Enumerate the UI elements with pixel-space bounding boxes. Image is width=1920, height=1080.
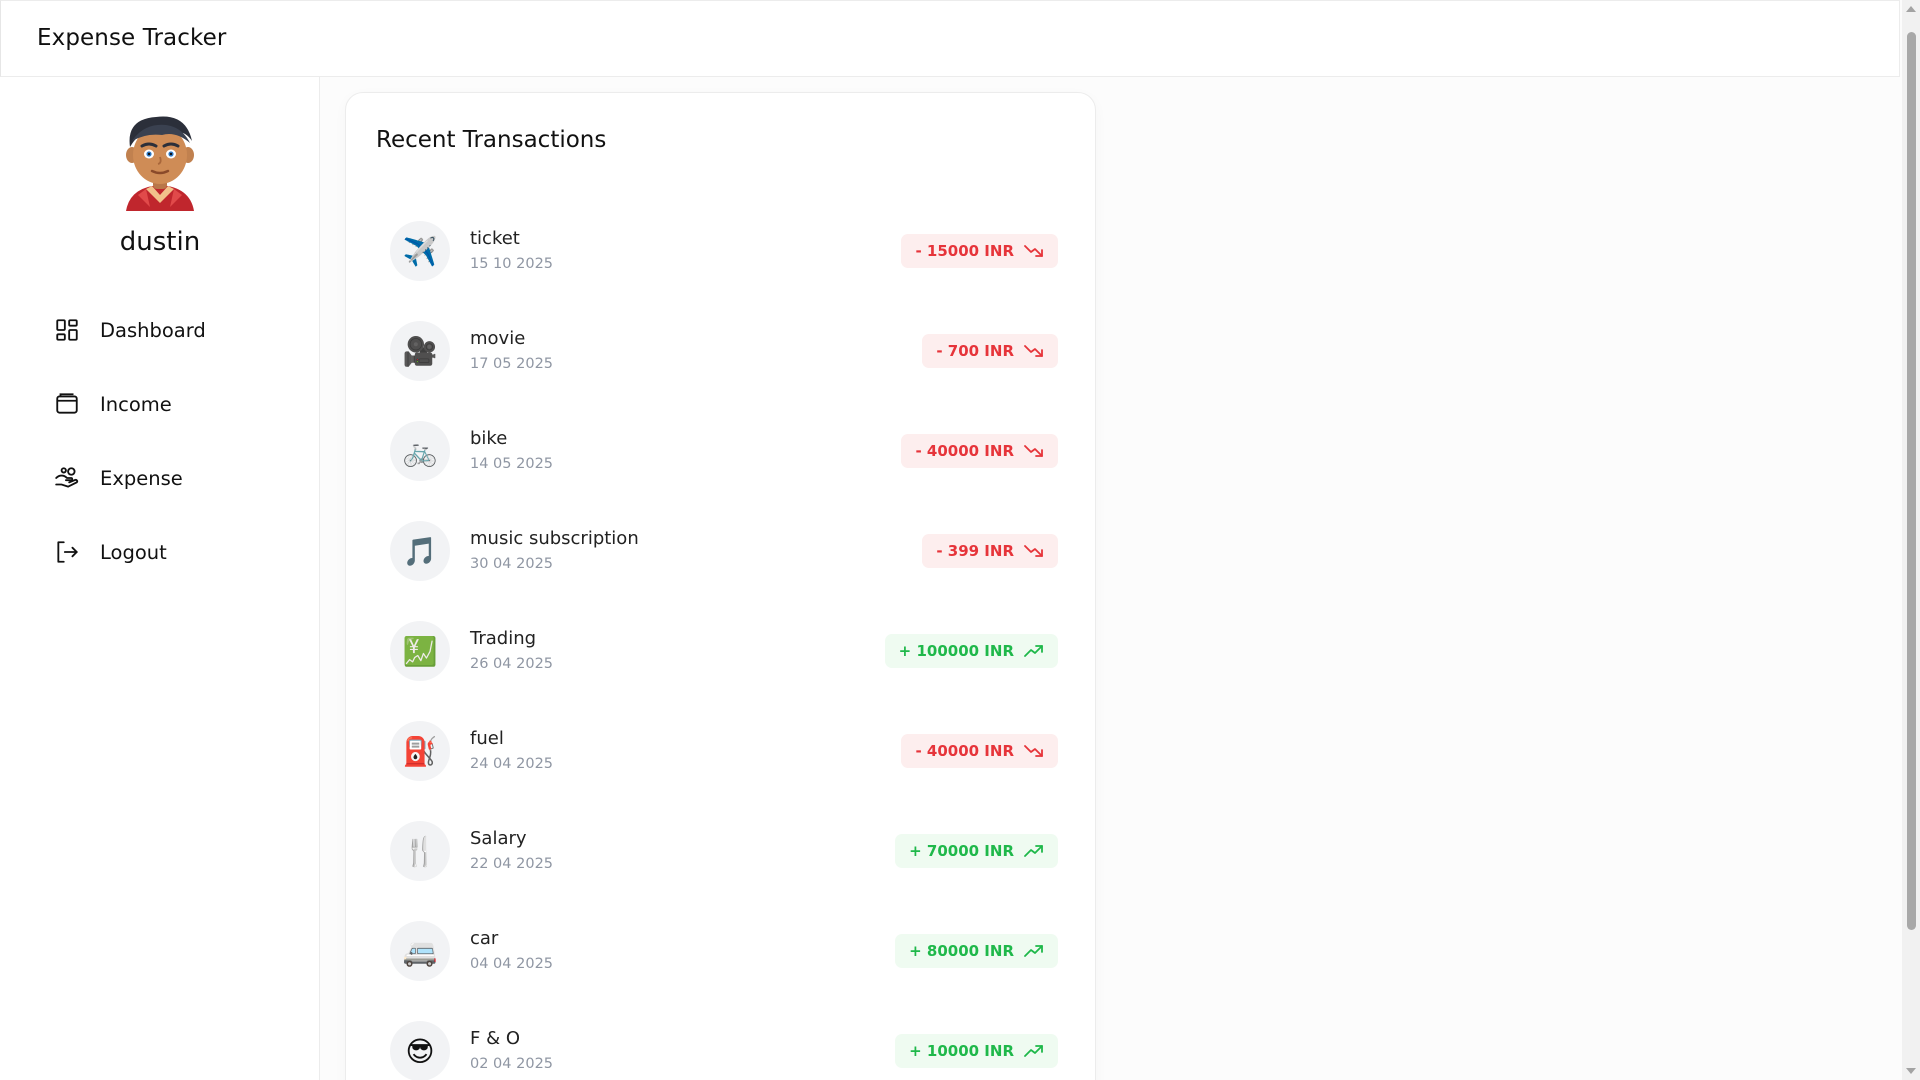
transaction-date: 14 05 2025 [470,456,554,472]
amount-text: + 100000 INR [898,642,1014,660]
transaction-name: music subscription [470,528,639,549]
transaction-list: ✈️ ticket 15 10 2025 - 15000 INR 🎥 movie… [390,201,1058,1080]
transaction-row[interactable]: 🎥 movie 17 05 2025 - 700 INR [390,301,1058,401]
trending-down-icon [1024,544,1044,558]
transaction-date: 04 04 2025 [470,956,554,972]
transaction-name: F & O [470,1028,521,1049]
transaction-info: movie 17 05 2025 [470,327,553,375]
avatar [116,111,204,213]
amount-text: - 15000 INR [915,242,1014,260]
sidebar-nav: Dashboard Income Expense Logout [52,293,292,589]
transaction-row[interactable]: 😎 F & O 02 04 2025 + 10000 INR [390,1001,1058,1080]
wallet-icon [52,389,82,419]
amount-badge: - 700 INR [922,334,1058,368]
top-bar: Expense Tracker [0,0,1900,77]
app-title: Expense Tracker [37,25,227,51]
transaction-date: 26 04 2025 [470,656,554,672]
transaction-row[interactable]: 🚲 bike 14 05 2025 - 40000 INR [390,401,1058,501]
transaction-row[interactable]: ✈️ ticket 15 10 2025 - 15000 INR [390,201,1058,301]
sidebar-item-label: Dashboard [100,318,206,342]
fork-knife-icon: 🍴 [390,821,450,881]
trending-down-icon [1024,244,1044,258]
transaction-name: bike [470,428,508,449]
amount-badge: - 15000 INR [901,234,1058,268]
sidebar-item-label: Expense [100,466,183,490]
fuel-pump-icon: ⛽ [390,721,450,781]
trending-up-icon [1024,944,1044,958]
amount-text: + 70000 INR [909,842,1014,860]
sidebar-item-income[interactable]: Income [52,367,292,441]
amount-text: + 80000 INR [909,942,1014,960]
scroll-up-arrow-icon[interactable] [1906,6,1916,12]
card-title: Recent Transactions [376,127,607,153]
amount-badge: - 399 INR [922,534,1058,568]
sidebar-item-logout[interactable]: Logout [52,515,292,589]
transaction-name: ticket [470,228,520,249]
sunglasses-face-icon: 😎 [390,1021,450,1080]
trending-down-icon [1024,444,1044,458]
transaction-name: Trading [470,628,537,649]
transaction-info: Salary 22 04 2025 [470,827,553,875]
minibus-icon: 🚐 [390,921,450,981]
transaction-info: fuel 24 04 2025 [470,727,553,775]
logout-icon [52,537,82,567]
transaction-name: fuel [470,728,504,749]
amount-badge: + 10000 INR [895,1034,1058,1068]
amount-badge: + 80000 INR [895,934,1058,968]
transaction-name: Salary [470,828,527,849]
transaction-date: 22 04 2025 [470,856,554,872]
transaction-info: car 04 04 2025 [470,927,553,975]
amount-text: - 40000 INR [915,742,1014,760]
trending-down-icon [1024,344,1044,358]
dashboard-icon [52,315,82,345]
transaction-row[interactable]: 🍴 Salary 22 04 2025 + 70000 INR [390,801,1058,901]
trending-up-icon [1024,644,1044,658]
sidebar-item-label: Income [100,392,172,416]
transaction-date: 17 05 2025 [470,356,554,372]
sidebar: dustin Dashboard Income Expense Logout [0,77,320,1080]
avatar-illustration [126,116,194,211]
transaction-info: F & O 02 04 2025 [470,1027,553,1075]
transaction-date: 24 04 2025 [470,756,554,772]
chart-yen-icon: 💹 [390,621,450,681]
amount-text: - 399 INR [936,542,1014,560]
transaction-date: 30 04 2025 [470,556,554,572]
transaction-date: 02 04 2025 [470,1056,554,1072]
scrollbar-thumb[interactable] [1907,32,1916,930]
transaction-name: movie [470,328,526,349]
music-note-icon: 🎵 [390,521,450,581]
amount-badge: - 40000 INR [901,734,1058,768]
transaction-row[interactable]: 💹 Trading 26 04 2025 + 100000 INR [390,601,1058,701]
movie-camera-icon: 🎥 [390,321,450,381]
bicycle-icon: 🚲 [390,421,450,481]
recent-transactions-card: Recent Transactions ✈️ ticket 15 10 2025… [345,92,1096,1080]
transaction-row[interactable]: ⛽ fuel 24 04 2025 - 40000 INR [390,701,1058,801]
trending-up-icon [1024,1044,1044,1058]
transaction-info: bike 14 05 2025 [470,427,553,475]
scroll-down-arrow-icon[interactable] [1906,1068,1916,1074]
amount-text: - 700 INR [936,342,1014,360]
username: dustin [119,227,201,257]
sidebar-item-expense[interactable]: Expense [52,441,292,515]
hand-coins-icon [52,463,82,493]
vertical-scrollbar[interactable] [1902,0,1920,1080]
transaction-row[interactable]: 🎵 music subscription 30 04 2025 - 399 IN… [390,501,1058,601]
transaction-date: 15 10 2025 [470,256,554,272]
amount-badge: + 70000 INR [895,834,1058,868]
transaction-name: car [470,928,499,949]
amount-text: - 40000 INR [915,442,1014,460]
trending-up-icon [1024,844,1044,858]
transaction-info: Trading 26 04 2025 [470,627,553,675]
amount-badge: - 40000 INR [901,434,1058,468]
transaction-info: ticket 15 10 2025 [470,227,553,275]
amount-badge: + 100000 INR [884,634,1058,668]
trending-down-icon [1024,744,1044,758]
sidebar-item-dashboard[interactable]: Dashboard [52,293,292,367]
amount-text: + 10000 INR [909,1042,1014,1060]
transaction-info: music subscription 30 04 2025 [470,527,639,575]
transaction-row[interactable]: 🚐 car 04 04 2025 + 80000 INR [390,901,1058,1001]
sidebar-item-label: Logout [100,540,167,564]
airplane-icon: ✈️ [390,221,450,281]
